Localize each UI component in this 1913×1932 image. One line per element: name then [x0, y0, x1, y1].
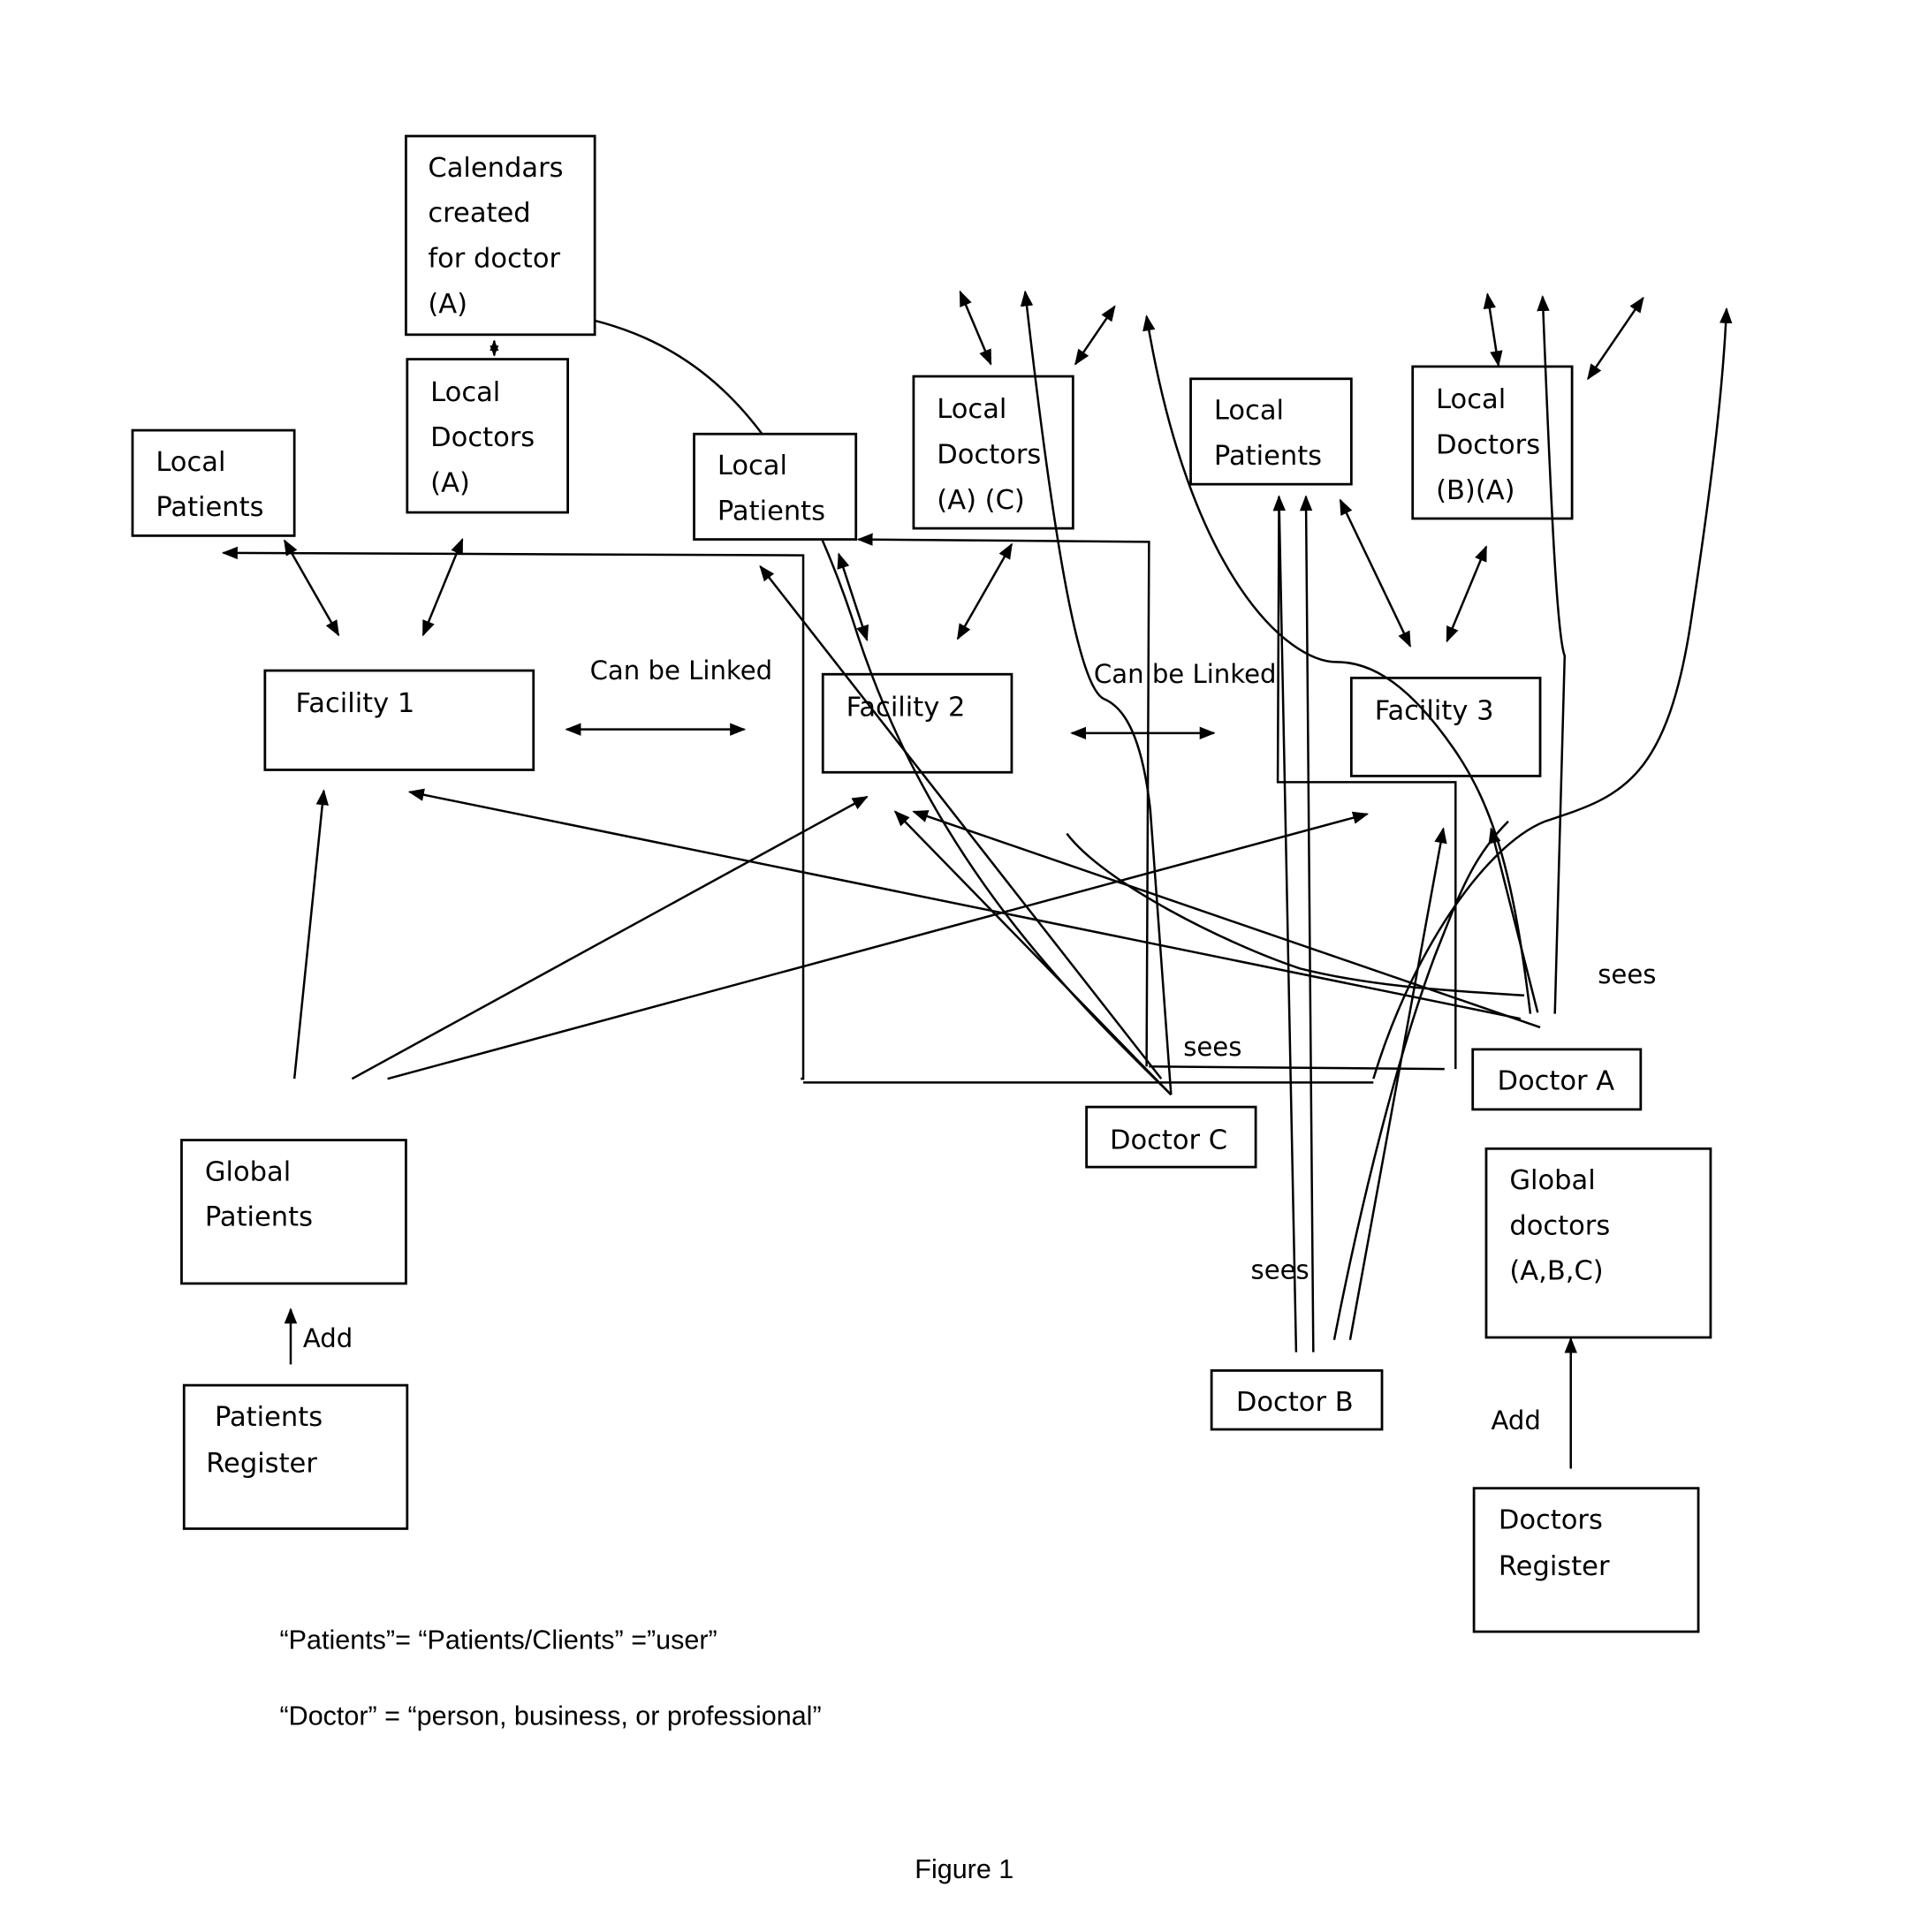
node-local-patients-2: Local Patients	[693, 432, 858, 541]
node-label-line: Facility 1	[296, 688, 415, 719]
node-local-doctors-ac: Local Doctors (A) (C)	[912, 375, 1074, 530]
arrow-up-ac-3	[1074, 305, 1116, 366]
node-label-line: Local	[937, 394, 1006, 425]
arrow-up-ac-1	[959, 290, 992, 366]
node-doctor-a: Doctor A	[1471, 1048, 1643, 1111]
node-label-line: Calendars	[428, 153, 563, 184]
node-global-patients: Global Patients	[180, 1139, 407, 1285]
node-label-line: Register	[206, 1449, 317, 1480]
note-doctor-definition: “Doctor” = “person, business, or profess…	[279, 1701, 821, 1731]
arrow-global-patients-facility-2	[351, 795, 869, 1080]
node-local-patients-3: Local Patients	[1189, 377, 1353, 486]
line-doctor-a-to-top-right	[1372, 307, 1733, 1080]
line-facility-3-enclosure	[1276, 508, 1457, 1070]
label-add-doctors: Add	[1492, 1405, 1541, 1436]
node-label-line: (A,B,C)	[1509, 1256, 1603, 1287]
node-global-doctors: Global doctors (A,B,C)	[1484, 1147, 1712, 1339]
node-label-line: created	[428, 198, 530, 229]
node-label-line: Doctors	[937, 440, 1041, 471]
node-label-line: Patients	[215, 1402, 323, 1433]
node-label-line: Doctor B	[1236, 1387, 1354, 1418]
node-label-line: Local	[1436, 384, 1506, 415]
label-sees-doctor-a: sees	[1598, 959, 1656, 989]
node-label-line: Global	[205, 1156, 291, 1187]
node-label-line: Doctor A	[1497, 1066, 1614, 1097]
node-label-line: Patients	[156, 492, 263, 523]
node-label-line: (A) (C)	[937, 485, 1025, 516]
node-label-line: Doctors	[1436, 429, 1540, 460]
arrow-doctor-b-local-patients-3-a	[1299, 495, 1315, 1352]
arrow-doctor-b-facility-3	[1348, 827, 1447, 1340]
figure-caption: Figure 1	[915, 1854, 1013, 1884]
arrow-local-doctors-ba-facility-3	[1446, 545, 1488, 643]
arrow-local-patients-2-facility-2	[837, 552, 869, 642]
node-label-line: Doctors	[1499, 1504, 1603, 1535]
node-label-line: for doctor	[428, 244, 560, 275]
node-label-line: Doctors	[430, 422, 535, 453]
node-label-line: Local	[717, 451, 787, 481]
node-facility-2: Facility 2	[821, 672, 1013, 774]
node-label-line: Local	[430, 377, 500, 408]
diagram-canvas: Calendars created for doctor (A) Local D…	[131, 134, 1733, 1884]
node-doctor-b: Doctor B	[1210, 1369, 1384, 1431]
arrow-doctor-a-facility-3	[1488, 827, 1539, 1013]
node-local-patients-1: Local Patients	[131, 428, 296, 537]
node-label-line: Local	[156, 447, 225, 478]
node-facility-1: Facility 1	[263, 669, 535, 771]
node-label-line: Patients	[1214, 441, 1322, 472]
label-add-patients: Add	[303, 1323, 353, 1353]
label-sees-doctor-b: sees	[1251, 1254, 1309, 1284]
line-facility-2-to-local-patients-1	[221, 546, 805, 1080]
arrow-local-doctors-ac-facility-2	[956, 542, 1013, 640]
arrow-doctor-a-facility-1	[407, 788, 1522, 1020]
node-label-line: Facility 3	[1375, 696, 1494, 727]
arrow-global-patients-facility-1	[292, 789, 329, 1080]
line-doctor-c-enclosure	[856, 533, 1150, 1067]
arrow-up-ba-1	[1483, 292, 1503, 367]
node-label-line: Register	[1499, 1551, 1610, 1582]
node-patients-register: Patients Register	[182, 1383, 409, 1530]
arrow-up-ba-3	[1587, 296, 1644, 381]
label-can-be-linked-2: Can be Linked	[1094, 659, 1277, 689]
label-can-be-linked-1: Can be Linked	[590, 655, 773, 686]
node-label-line: Global	[1509, 1165, 1595, 1196]
arrow-local-patients-1-facility-1	[283, 539, 340, 637]
line-doctor-a-up-ba	[1537, 295, 1567, 1014]
node-doctors-register: Doctors Register	[1472, 1487, 1700, 1633]
node-label-line: Doctor C	[1110, 1125, 1227, 1155]
node-label-line: Local	[1214, 396, 1284, 427]
arrow-doctor-b-local-patients-3-b	[1272, 495, 1298, 1352]
arrow-local-patients-3-facility-3	[1339, 498, 1412, 648]
note-patients-definition: “Patients”= “Patients/Clients” =”user”	[279, 1625, 717, 1655]
node-label-line: (B)(A)	[1436, 475, 1514, 506]
node-doctor-c: Doctor C	[1085, 1105, 1257, 1169]
node-calendars: Calendars created for doctor (A)	[405, 134, 596, 337]
line-doctor-c-to-facility-2-a	[893, 810, 1173, 1096]
node-label-line: Facility 2	[846, 692, 966, 723]
node-label-line: Patients	[717, 496, 825, 527]
node-facility-3: Facility 3	[1349, 677, 1542, 777]
label-sees-doctor-c: sees	[1183, 1032, 1241, 1062]
node-label-line: (A)	[430, 467, 470, 498]
node-label-line: (A)	[428, 289, 467, 320]
node-label-line: doctors	[1509, 1210, 1610, 1241]
node-label-line: Patients	[205, 1202, 313, 1233]
node-local-doctors-a: Local Doctors (A)	[406, 358, 569, 514]
